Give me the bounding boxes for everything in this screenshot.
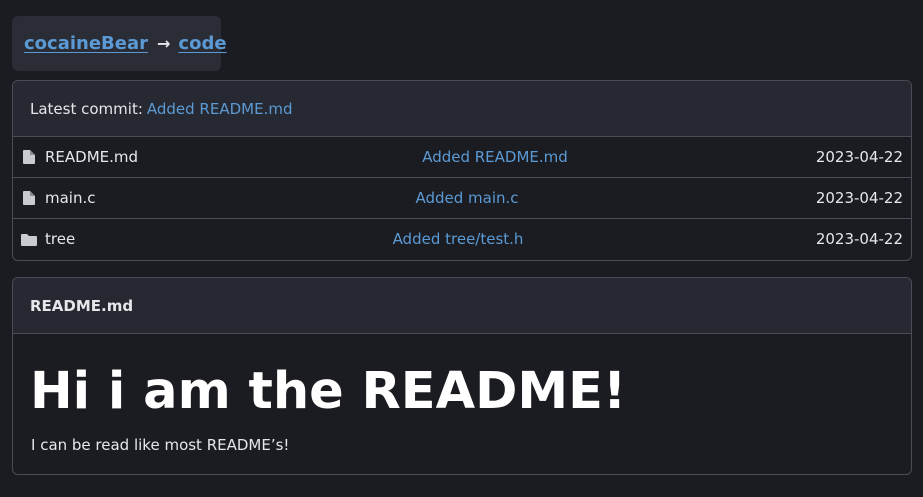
breadcrumb-owner-link[interactable]: cocaineBear xyxy=(24,33,148,54)
readme-content: Hi i am the README! I can be read like m… xyxy=(13,334,911,474)
file-commit-link[interactable]: Added tree/test.h xyxy=(308,230,608,248)
file-name-link[interactable]: tree xyxy=(45,230,75,248)
latest-commit-link[interactable]: Added README.md xyxy=(147,100,293,118)
breadcrumb: cocaineBear → code xyxy=(12,16,227,71)
file-row-tree[interactable]: tree Added tree/test.h 2023-04-22 xyxy=(13,219,911,260)
arrow-right-icon: → xyxy=(157,34,171,53)
folder-icon xyxy=(21,234,37,246)
file-icon xyxy=(23,150,35,164)
file-name-link[interactable]: main.c xyxy=(45,189,96,207)
file-name-link[interactable]: README.md xyxy=(45,148,138,166)
file-list-panel: Latest commit: Added README.md README.md… xyxy=(12,80,912,261)
readme-paragraph: I can be read like most README’s! xyxy=(31,436,290,455)
file-row-main-c[interactable]: main.c Added main.c 2023-04-22 xyxy=(13,178,911,219)
latest-commit-label: Latest commit: xyxy=(30,99,143,118)
readme-title: README.md xyxy=(30,296,134,315)
file-date: 2023-04-22 xyxy=(815,230,903,248)
readme-header: README.md xyxy=(13,278,911,334)
file-commit-link[interactable]: Added README.md xyxy=(345,148,645,166)
file-row-readme[interactable]: README.md Added README.md 2023-04-22 xyxy=(13,137,911,178)
readme-heading: Hi i am the README! xyxy=(30,362,627,421)
breadcrumb-repo-link[interactable]: code xyxy=(178,33,226,54)
latest-commit-header: Latest commit: Added README.md xyxy=(13,81,911,137)
file-icon xyxy=(23,191,35,205)
file-date: 2023-04-22 xyxy=(815,148,903,166)
file-date: 2023-04-22 xyxy=(815,189,903,207)
readme-panel: README.md Hi i am the README! I can be r… xyxy=(12,277,912,475)
file-commit-link[interactable]: Added main.c xyxy=(317,189,617,207)
